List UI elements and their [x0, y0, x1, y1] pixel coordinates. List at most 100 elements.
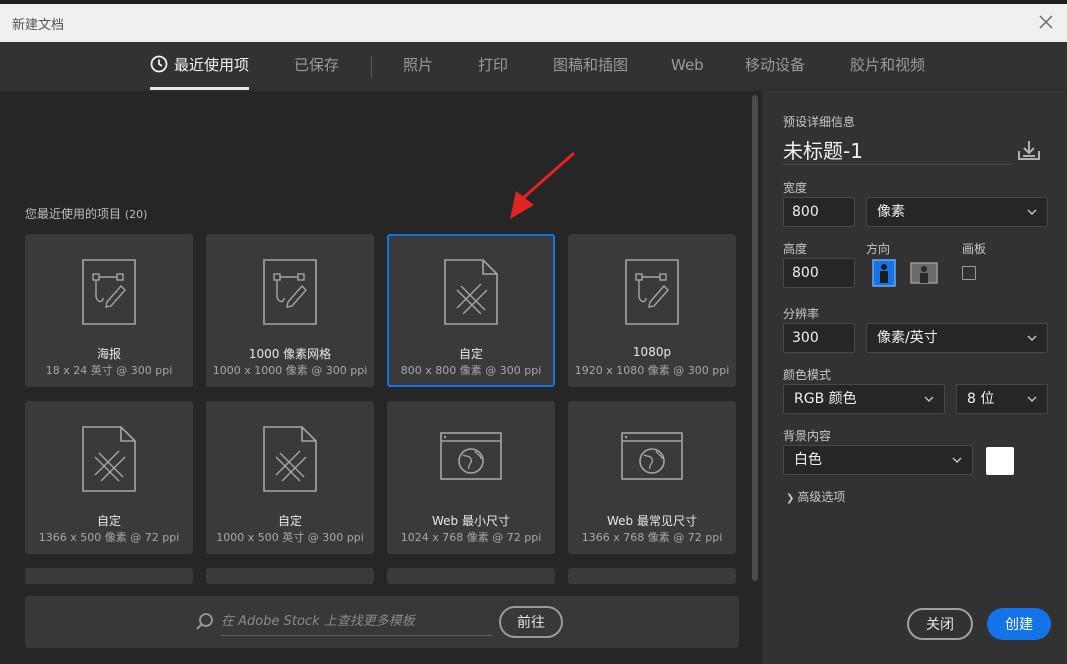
chevron-down-icon — [924, 396, 934, 403]
preset-card[interactable]: 1000 像素网格 1000 x 1000 像素 @ 300 ppi — [206, 234, 374, 387]
tab-art-illustration[interactable]: 图稿和插图 — [553, 42, 628, 90]
recent-items-label: 您最近使用的项目 (20) — [25, 205, 147, 222]
chevron-down-icon — [1027, 209, 1037, 216]
width-label: 宽度 — [783, 181, 808, 195]
web-globe-icon — [621, 432, 683, 480]
preset-card-partial[interactable] — [25, 568, 193, 584]
clock-icon — [150, 55, 168, 73]
preset-name: 1080p — [632, 345, 672, 359]
height-input[interactable]: 800 — [783, 258, 855, 288]
preset-desc: 1366 x 768 像素 @ 72 ppi — [581, 531, 723, 544]
preset-desc: 18 x 24 英寸 @ 300 ppi — [45, 364, 173, 377]
artboard-checkbox[interactable] — [962, 266, 976, 280]
preset-card[interactable]: 自定 1366 x 500 像素 @ 72 ppi — [25, 401, 193, 554]
pencil-ruler-document-icon — [82, 426, 136, 492]
preset-card[interactable]: Web 最小尺寸 1024 x 768 像素 @ 72 ppi — [387, 401, 555, 554]
background-select[interactable]: 白色 — [783, 445, 973, 475]
advanced-options-label: 高级选项 — [797, 490, 846, 504]
color-mode-label: 颜色模式 — [783, 368, 832, 382]
resolution-unit-value: 像素/英寸 — [877, 330, 938, 346]
close-button[interactable]: 关闭 — [907, 608, 973, 640]
preset-name: 自定 — [458, 347, 483, 361]
portrait-orientation-icon[interactable] — [872, 259, 896, 287]
pencil-ruler-document-icon — [444, 259, 498, 325]
chevron-down-icon — [1027, 335, 1037, 342]
web-globe-icon — [440, 432, 502, 480]
orientation-label: 方向 — [866, 242, 891, 256]
tab-recent[interactable]: 最近使用项 — [150, 42, 250, 90]
tab-saved[interactable]: 已保存 — [294, 42, 339, 90]
stock-search-input[interactable] — [221, 608, 493, 636]
width-input[interactable]: 800 — [783, 197, 855, 227]
width-unit-select[interactable]: 像素 — [866, 197, 1048, 227]
height-label: 高度 — [783, 242, 808, 256]
landscape-orientation-icon[interactable] — [910, 259, 938, 287]
bit-depth-value: 8 位 — [967, 391, 995, 407]
preset-desc: 1000 x 500 英寸 @ 300 ppi — [216, 531, 364, 544]
tab-photo[interactable]: 照片 — [403, 42, 433, 90]
color-mode-select[interactable]: RGB 颜色 — [783, 384, 945, 414]
pen-tool-document-icon — [263, 259, 317, 325]
annotation-arrow-icon — [510, 151, 575, 219]
preset-name: 海报 — [96, 347, 121, 361]
tab-film-video[interactable]: 胶片和视频 — [850, 42, 925, 90]
tab-recent-label: 最近使用项 — [174, 56, 250, 74]
advanced-options-toggle[interactable]: ❯ 高级选项 — [786, 488, 845, 505]
recent-items-count: (20) — [124, 208, 148, 221]
preset-desc: 800 x 800 像素 @ 300 ppi — [400, 364, 542, 377]
save-preset-icon[interactable] — [1017, 139, 1041, 161]
preset-desc: 1920 x 1080 像素 @ 300 ppi — [574, 364, 730, 377]
title-bar: 新建文档 — [0, 4, 1067, 42]
chevron-right-icon: ❯ — [786, 493, 795, 504]
preset-name: Web 最常见尺寸 — [607, 514, 697, 528]
resolution-input[interactable]: 300 — [783, 323, 855, 353]
create-button[interactable]: 创建 — [987, 608, 1051, 640]
color-mode-value: RGB 颜色 — [794, 391, 857, 407]
pen-tool-document-icon — [82, 259, 136, 325]
tab-web[interactable]: Web — [671, 42, 704, 90]
preset-card-selected[interactable]: 自定 800 x 800 像素 @ 300 ppi — [387, 234, 555, 387]
preset-name: Web 最小尺寸 — [432, 514, 510, 528]
close-icon[interactable] — [1035, 11, 1057, 33]
preset-details-panel: 预设详细信息 未标题-1 宽度 800 像素 高度 方向 画板 800 分辨率 — [762, 91, 1067, 664]
background-color-swatch[interactable] — [986, 447, 1014, 475]
tab-print[interactable]: 打印 — [478, 42, 508, 90]
presets-scrollbar[interactable] — [752, 95, 758, 581]
artboard-label: 画板 — [962, 242, 987, 256]
window-title: 新建文档 — [12, 18, 65, 33]
search-icon — [196, 613, 213, 630]
resolution-label: 分辨率 — [783, 307, 820, 321]
chevron-down-icon — [1027, 396, 1037, 403]
recent-items-text: 您最近使用的项目 — [25, 207, 122, 221]
pencil-ruler-document-icon — [263, 426, 317, 492]
chevron-down-icon — [952, 457, 962, 464]
resolution-unit-select[interactable]: 像素/英寸 — [866, 323, 1048, 353]
preset-card[interactable]: 海报 18 x 24 英寸 @ 300 ppi — [25, 234, 193, 387]
preset-card[interactable]: 1080p 1920 x 1080 像素 @ 300 ppi — [568, 234, 736, 387]
background-label: 背景内容 — [783, 429, 832, 443]
width-unit-value: 像素 — [877, 204, 905, 220]
background-value: 白色 — [794, 452, 822, 468]
document-name-field[interactable]: 未标题-1 — [783, 135, 1011, 165]
tab-mobile[interactable]: 移动设备 — [745, 42, 805, 90]
adobe-stock-search-bar: 前往 — [25, 596, 739, 648]
pen-tool-document-icon — [625, 259, 679, 325]
preset-name: 自定 — [96, 514, 121, 528]
preset-card-partial[interactable] — [387, 568, 555, 584]
preset-card-partial[interactable] — [568, 568, 736, 584]
preset-card[interactable]: 自定 1000 x 500 英寸 @ 300 ppi — [206, 401, 374, 554]
preset-desc: 1024 x 768 像素 @ 72 ppi — [400, 531, 542, 544]
preset-card[interactable]: Web 最常见尺寸 1366 x 768 像素 @ 72 ppi — [568, 401, 736, 554]
preset-desc: 1000 x 1000 像素 @ 300 ppi — [212, 364, 368, 377]
preset-details-label: 预设详细信息 — [783, 115, 856, 129]
preset-name: 自定 — [277, 514, 302, 528]
tab-divider — [371, 56, 372, 78]
category-tabs: 最近使用项 已保存 照片 打印 图稿和插图 Web 移动设备 胶片和视频 — [0, 42, 1067, 90]
presets-panel: 您最近使用的项目 (20) 海报 18 x 24 英寸 @ 300 ppi 10… — [0, 91, 762, 664]
stock-go-button[interactable]: 前往 — [499, 606, 563, 638]
preset-name: 1000 像素网格 — [248, 347, 332, 361]
preset-desc: 1366 x 500 像素 @ 72 ppi — [38, 531, 180, 544]
bit-depth-select[interactable]: 8 位 — [956, 384, 1048, 414]
new-document-dialog: 新建文档 最近使用项 已保存 照片 打印 图稿和插图 Web 移动设备 胶片和视… — [0, 4, 1067, 664]
preset-card-partial[interactable] — [206, 568, 374, 584]
